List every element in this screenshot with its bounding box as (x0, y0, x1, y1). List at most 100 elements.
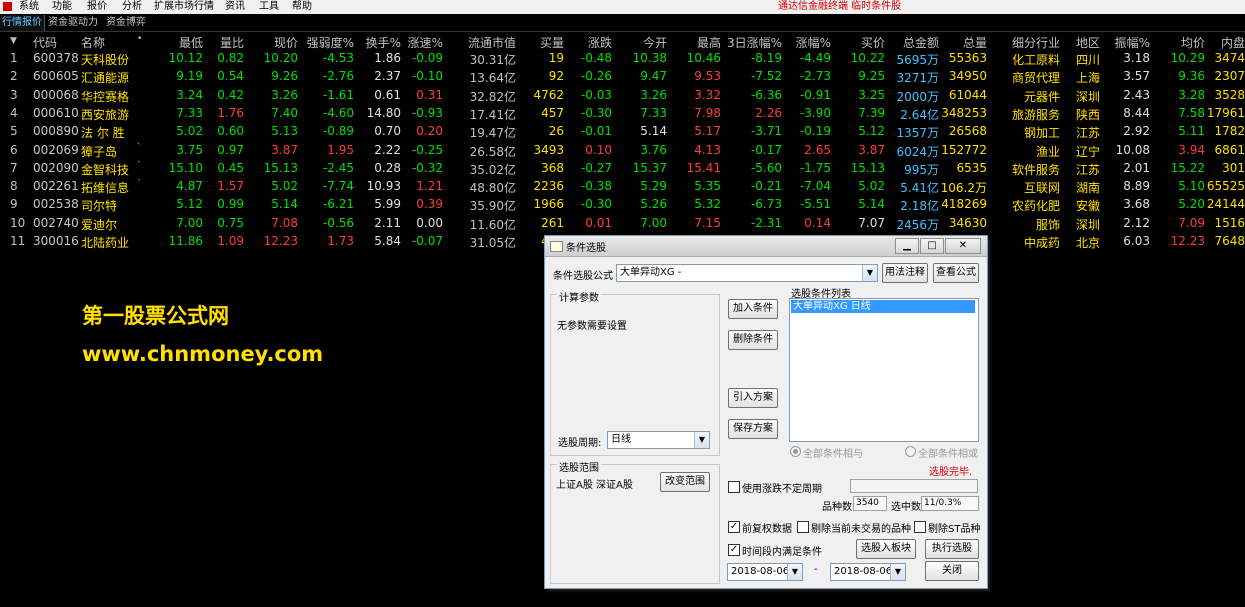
exclude-untraded-checkbox[interactable] (797, 521, 809, 533)
cell-turnover: 0.70 (374, 124, 401, 139)
cell-region: 陕西 (1075, 107, 1100, 122)
radio-and-label[interactable]: 全部条件相与 (803, 445, 863, 460)
column-header-name[interactable]: 名称 (81, 34, 105, 51)
change-scope-button[interactable]: 改变范围 (660, 472, 710, 492)
column-header-change[interactable]: 涨跌 (588, 34, 612, 51)
add-to-block-button[interactable]: 选股入板块 (856, 539, 916, 559)
column-header-avg-price[interactable]: 均价 (1181, 34, 1205, 51)
table-row[interactable]: 3 000068 华控赛格 3.24 0.42 3.26 -1.61 0.61 0.31 32.8… (0, 88, 1245, 105)
column-header-high[interactable]: 最高 (697, 34, 721, 51)
menu-tools[interactable]: 工具 (259, 0, 279, 14)
radio-and-icon[interactable] (790, 446, 801, 457)
restore-checkbox[interactable]: ✓ (728, 521, 740, 533)
chevron-down-icon[interactable]: ▼ (890, 564, 905, 580)
usage-notes-button[interactable]: 用法注释 (882, 263, 928, 283)
cell-change: 0.01 (585, 215, 612, 230)
add-condition-button[interactable]: 加入条件 (728, 299, 778, 319)
column-header-open[interactable]: 今开 (643, 34, 667, 51)
save-scheme-button[interactable]: 保存方案 (728, 419, 778, 439)
sort-marker-icon[interactable]: ▼ (10, 36, 17, 46)
column-header-region[interactable]: 地区 (1076, 34, 1100, 51)
cell-high: 5.17 (694, 124, 721, 139)
table-row[interactable]: 6 002069 獐子岛 ` 3.75 0.97 3.87 1.95 2.22 -0.25 26.5… (0, 143, 1245, 160)
menu-function[interactable]: 功能 (52, 0, 72, 14)
condition-list-item[interactable]: 大单异动XG 日线 (791, 300, 975, 313)
import-scheme-button[interactable]: 引入方案 (728, 388, 778, 408)
table-row[interactable]: 2 600605 汇通能源 9.19 0.54 9.26 -2.76 2.37 -0.10 13.… (0, 69, 1245, 86)
cell-speed: 0.00 (416, 215, 443, 230)
cell-change-pct: -2.73 (799, 69, 831, 84)
column-header-strength[interactable]: 强弱度% (307, 34, 354, 51)
column-header-volume[interactable]: 总量 (963, 34, 987, 51)
chevron-down-icon[interactable]: ▼ (694, 432, 709, 448)
cell-region: 深圳 (1075, 89, 1100, 104)
formula-select[interactable]: 大单异动XG - ▼ (616, 264, 878, 282)
cell-code: 002740 (33, 215, 79, 230)
cell-low: 10.12 (168, 51, 203, 65)
column-header-code[interactable]: 代码 (33, 34, 57, 51)
column-header-change-pct[interactable]: 涨幅% (796, 34, 831, 51)
chevron-down-icon[interactable]: ▼ (862, 265, 877, 281)
column-header-bid-price[interactable]: 买价 (861, 34, 885, 51)
conditions-list[interactable]: 大单异动XG 日线 (789, 298, 979, 442)
date-from-select[interactable]: 2018-08-06 ▼ (727, 563, 803, 581)
menu-extended-market[interactable]: 扩展市场行情 (154, 0, 214, 14)
tab-quotes[interactable]: 行情报价 (0, 15, 45, 31)
menu-quote[interactable]: 报价 (87, 0, 107, 14)
run-selection-button[interactable]: 执行选股 (925, 539, 979, 559)
radio-or-label[interactable]: 全部条件相或 (918, 445, 978, 460)
period-satisfy-checkbox[interactable]: ✓ (728, 544, 740, 556)
menu-news[interactable]: 资讯 (225, 0, 245, 14)
cell-vol-ratio: 1.76 (217, 105, 244, 120)
table-row[interactable]: 4 000610 西安旅游 7.33 1.76 7.40 -4.60 14.80 -0.93 17… (0, 106, 1245, 123)
date-to-select[interactable]: 2018-08-06 ▼ (830, 563, 906, 581)
column-header-dot[interactable]: • (137, 34, 142, 44)
table-row[interactable]: 8 002261 拓维信息 ` 4.87 1.57 5.02 -7.74 10.93 1.21 48… (0, 179, 1245, 196)
tab-capital-game[interactable]: 资金博弈 (104, 15, 148, 31)
column-header-speed[interactable]: 涨速% (408, 34, 443, 51)
column-header-industry[interactable]: 细分行业 (1012, 34, 1060, 51)
column-header-turnover[interactable]: 换手% (366, 34, 401, 51)
table-row[interactable]: 10 002740 爱迪尔 7.00 0.75 7.08 -0.56 2.11 0.00 11.6… (0, 216, 1245, 233)
column-header-amount[interactable]: 总金额 (903, 34, 939, 51)
menu-system[interactable]: 系统 (19, 0, 39, 14)
dialog-titlebar[interactable]: 条件选股 ▁ □ ✕ (545, 236, 987, 257)
close-dialog-button[interactable]: 关闭 (925, 561, 979, 581)
cell-change-pct: -0.19 (799, 124, 831, 139)
column-header-amplitude[interactable]: 振幅% (1115, 34, 1150, 51)
cell-amplitude: 10.08 (1115, 142, 1150, 157)
column-header-inner-vol[interactable]: 内盘 (1221, 34, 1245, 51)
column-header-low[interactable]: 最低 (179, 34, 203, 51)
menu-help[interactable]: 帮助 (292, 0, 312, 14)
column-header-float-cap[interactable]: 流通市值 (468, 34, 516, 51)
table-row[interactable]: 7 002090 金智科技 ` 15.10 0.45 15.13 -2.45 0.28 -0.32… (0, 161, 1245, 178)
chevron-down-icon[interactable]: ▼ (787, 564, 802, 580)
column-header-vol-ratio[interactable]: 量比 (220, 34, 244, 51)
cell-bid-vol: 368 (541, 160, 564, 175)
table-row[interactable]: 1 600378 天科股份 10.12 0.82 10.20 -4.53 1.86 -0.09 3… (0, 51, 1245, 68)
menu-analysis[interactable]: 分析 (122, 0, 142, 14)
tab-capital-drive[interactable]: 资金驱动力 (46, 15, 100, 31)
radio-or-icon[interactable] (905, 446, 916, 457)
maximize-icon[interactable]: □ (920, 238, 944, 254)
cell-change: -0.30 (580, 105, 612, 120)
close-icon[interactable]: ✕ (945, 238, 981, 254)
cell-inner-vol: 65525 (1206, 179, 1245, 194)
cell-region: 四川 (1075, 53, 1100, 67)
minimize-icon[interactable]: ▁ (895, 238, 919, 254)
unfixed-period-checkbox[interactable] (728, 481, 740, 493)
view-formula-button[interactable]: 查看公式 (933, 263, 979, 283)
table-row[interactable]: 5 000890 法 尔 胜 5.02 0.60 5.13 -0.89 0.70 0.20 19.… (0, 124, 1245, 141)
delete-condition-button[interactable]: 删除条件 (728, 330, 778, 350)
cell-float-cap: 48.80亿 (469, 181, 516, 196)
cell-code: 600605 (33, 69, 79, 84)
column-header-3day-change[interactable]: 3日涨幅% (727, 34, 782, 51)
cell-strength: -7.74 (322, 179, 354, 194)
period-select[interactable]: 日线 ▼ (607, 431, 710, 449)
selected-label: 选中数 (891, 502, 921, 513)
table-row[interactable]: 9 002538 司尔特 5.12 0.99 5.14 -6.21 5.99 0.39 35.90… (0, 197, 1245, 214)
column-header-bid-vol[interactable]: 买量 (540, 34, 564, 51)
exclude-st-checkbox[interactable] (914, 521, 926, 533)
cell-industry: 软件服务 (1011, 162, 1060, 177)
column-header-price[interactable]: 现价 (274, 34, 298, 51)
